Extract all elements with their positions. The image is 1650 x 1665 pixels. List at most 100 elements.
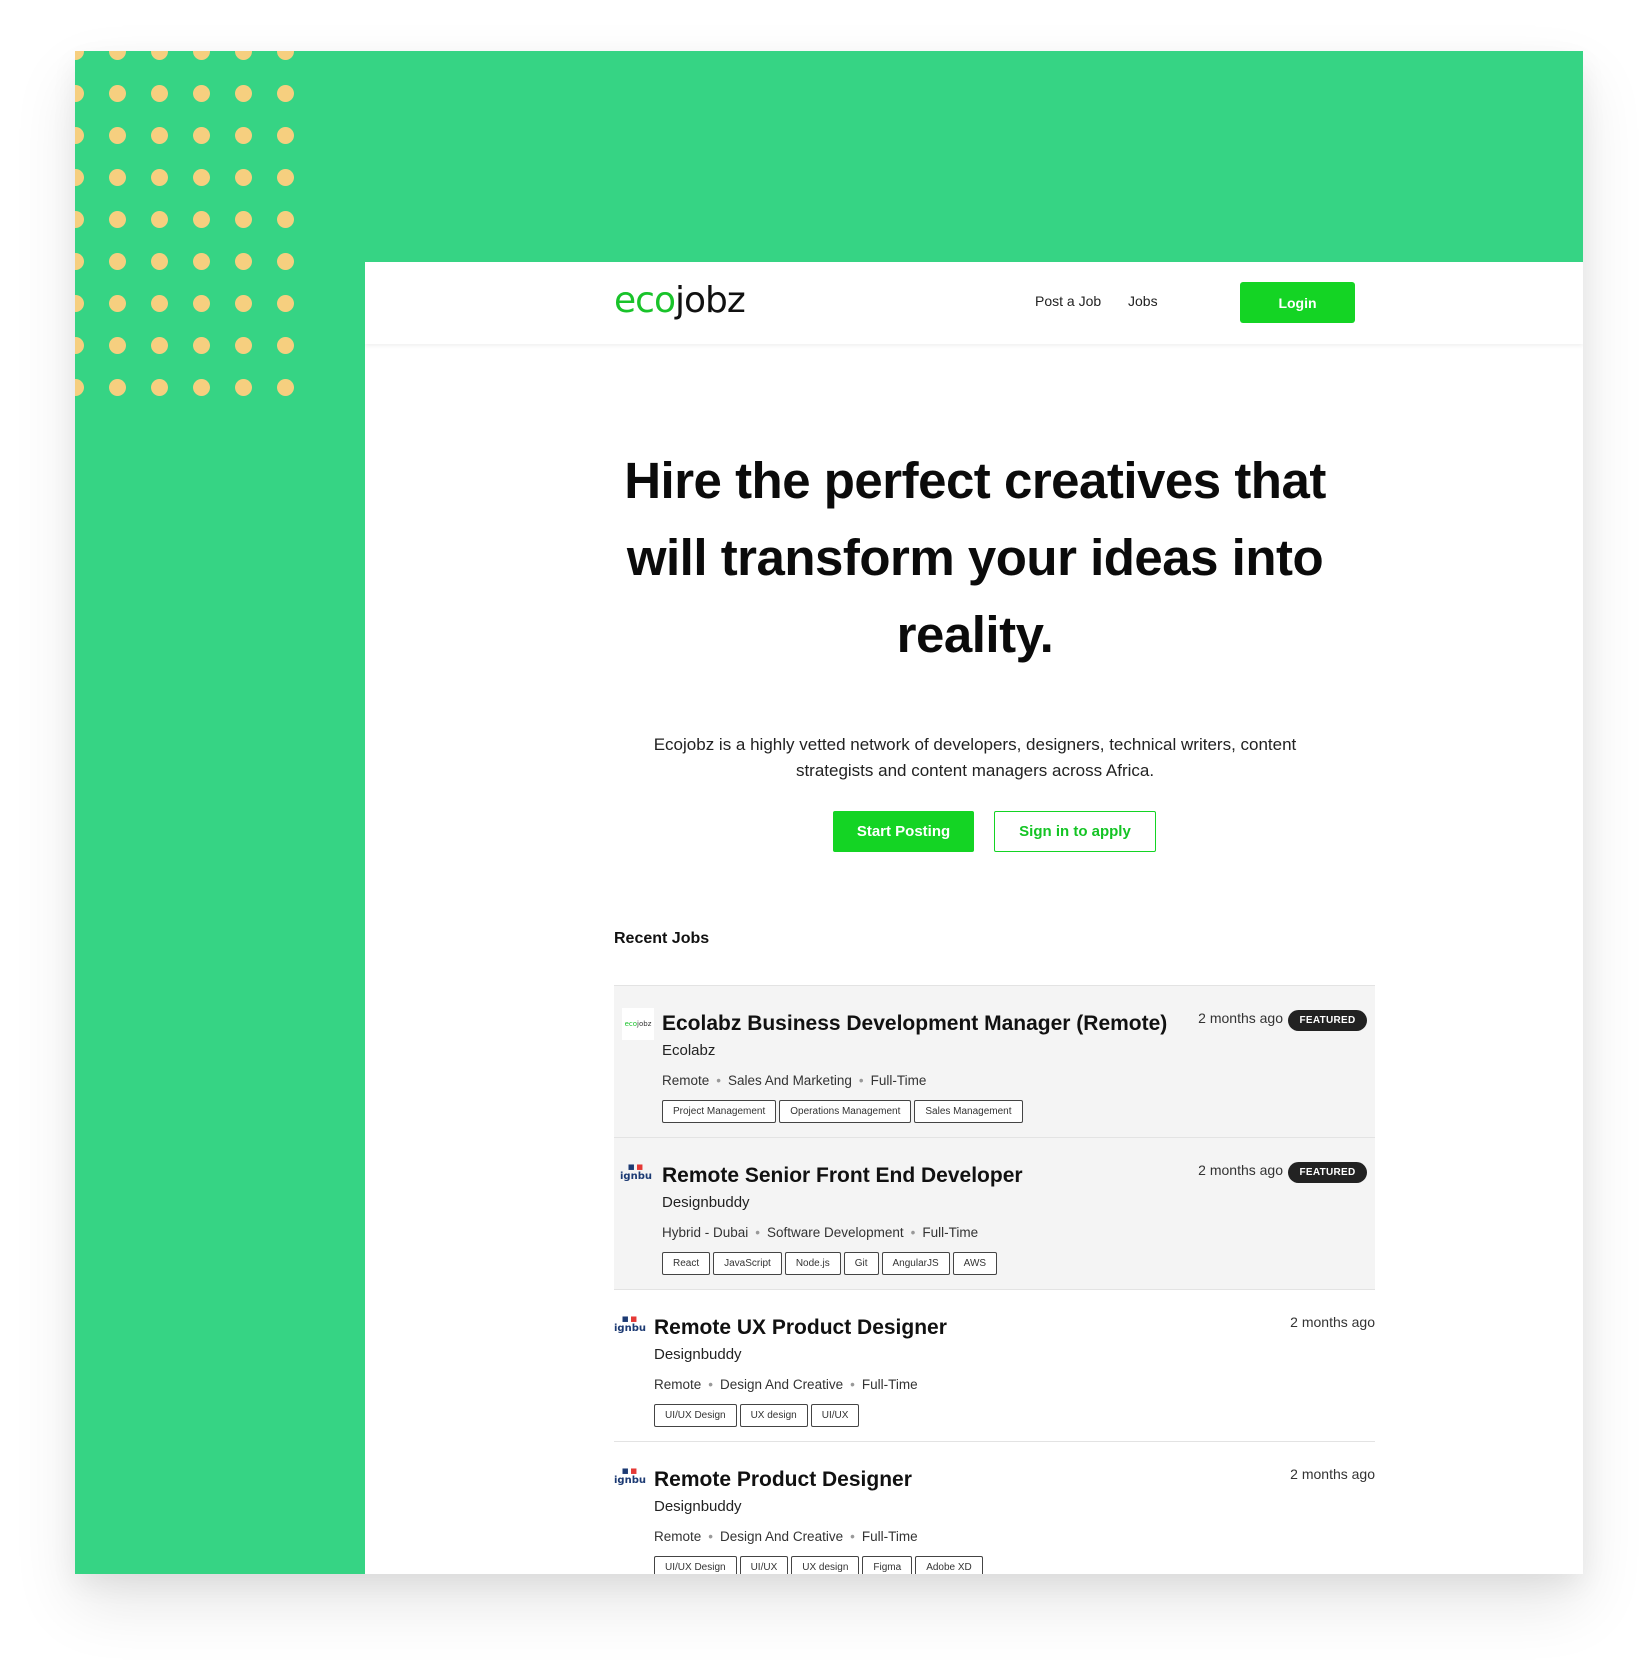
job-company: Designbuddy [654, 1346, 742, 1363]
featured-badge: FEATURED [1288, 1162, 1367, 1183]
decorative-dot [151, 85, 168, 102]
decorative-dot [235, 379, 252, 396]
meta-separator: • [858, 1073, 864, 1088]
decorative-dot [193, 85, 210, 102]
job-type: Full-Time [922, 1225, 979, 1240]
decorative-dot [151, 127, 168, 144]
decorative-dot [109, 295, 126, 312]
decorative-dot [75, 169, 84, 186]
job-listing[interactable]: ▪▪ ignbu Remote UX Product Designer Desig… [614, 1290, 1375, 1442]
job-list: ecojobz Ecolabz Business Development Man… [614, 985, 1375, 1574]
job-tag[interactable]: UI/UX Design [654, 1556, 737, 1574]
job-tag[interactable]: Node.js [784, 1252, 841, 1275]
job-tag[interactable]: UI/UX Design [654, 1404, 737, 1427]
job-title[interactable]: Remote Product Designer [654, 1468, 912, 1492]
job-meta: Remote • Design And Creative • Full-Time [654, 1529, 918, 1544]
decorative-dot [235, 85, 252, 102]
decorative-dot [109, 169, 126, 186]
decorative-dot [151, 253, 168, 270]
decorative-dot [277, 253, 294, 270]
decorative-dot [193, 253, 210, 270]
job-category: Design And Creative [720, 1377, 844, 1392]
decorative-dot [277, 379, 294, 396]
nav-post-a-job[interactable]: Post a Job [1035, 293, 1101, 309]
job-tag[interactable]: React [662, 1252, 711, 1275]
job-location: Remote [662, 1073, 710, 1088]
logo-jobz-text: jobz [674, 280, 746, 321]
job-type: Full-Time [870, 1073, 927, 1088]
decorative-dot [75, 337, 84, 354]
meta-separator: • [850, 1377, 855, 1392]
decorative-dot [277, 85, 294, 102]
sign-in-to-apply-button[interactable]: Sign in to apply [994, 811, 1156, 852]
decorative-dot [75, 253, 84, 270]
decorative-dot [151, 295, 168, 312]
job-title[interactable]: Remote UX Product Designer [654, 1316, 947, 1340]
job-tags: UI/UX Design UI/UX UX design Figma Adobe… [654, 1556, 983, 1574]
top-nav: ecojobz Post a Job Jobs Login [365, 262, 1583, 344]
meta-separator: • [755, 1225, 761, 1240]
job-location: Remote [654, 1529, 702, 1544]
decorative-dot [109, 127, 126, 144]
job-type: Full-Time [861, 1529, 918, 1544]
job-listing[interactable]: ▪▪ ignbu Remote Senior Front End Develope… [614, 1138, 1375, 1290]
decorative-dot [75, 211, 84, 228]
nav-jobs[interactable]: Jobs [1128, 293, 1158, 309]
job-tag[interactable]: JavaScript [713, 1252, 782, 1275]
meta-separator: • [708, 1377, 714, 1392]
company-logo: ▪▪ ignbu [620, 1160, 652, 1182]
job-category: Software Development [767, 1225, 904, 1240]
job-tag[interactable]: AngularJS [881, 1252, 950, 1275]
decorative-dot [277, 127, 294, 144]
decorative-dot [151, 211, 168, 228]
decorative-dot [277, 169, 294, 186]
decorative-dot [235, 127, 252, 144]
job-tag[interactable]: Figma [862, 1556, 913, 1574]
job-tag[interactable]: UX design [739, 1404, 808, 1427]
decorative-dot [235, 337, 252, 354]
background-frame: ecojobz Post a Job Jobs Login Hire the p… [75, 51, 1583, 1574]
job-listing[interactable]: ▪▪ ignbu Remote Product Designer Designbu… [614, 1442, 1375, 1574]
company-logo: ecojobz [622, 1008, 654, 1040]
decorative-dot [277, 51, 294, 60]
company-logo: ▪▪ ignbu [614, 1464, 646, 1486]
job-tag[interactable]: AWS [952, 1252, 998, 1275]
login-button[interactable]: Login [1240, 282, 1355, 323]
decorative-dot [193, 295, 210, 312]
job-listing[interactable]: ecojobz Ecolabz Business Development Man… [614, 986, 1375, 1138]
job-title[interactable]: Ecolabz Business Development Manager (Re… [662, 1012, 1167, 1036]
decorative-dot [109, 51, 126, 60]
job-meta: Remote • Sales And Marketing • Full-Time [662, 1073, 926, 1088]
start-posting-button[interactable]: Start Posting [833, 811, 974, 852]
job-title[interactable]: Remote Senior Front End Developer [662, 1164, 1023, 1188]
job-meta: Hybrid - Dubai • Software Development • Full… [662, 1225, 978, 1240]
job-tag[interactable]: Project Management [662, 1100, 777, 1123]
job-tag[interactable]: Adobe XD [915, 1556, 983, 1574]
job-company: Ecolabz [662, 1042, 716, 1059]
job-posted-time: 2 months ago [1290, 1466, 1375, 1482]
decorative-dot [75, 85, 84, 102]
decorative-dot [75, 295, 84, 312]
ecojobz-logo[interactable]: ecojobz [614, 280, 746, 321]
job-tag[interactable]: Operations Management [779, 1100, 912, 1123]
job-category: Design And Creative [720, 1529, 844, 1544]
job-tag[interactable]: Git [843, 1252, 879, 1275]
job-company: Designbuddy [662, 1194, 750, 1211]
decorative-dot-grid [75, 51, 305, 411]
decorative-dot [277, 295, 294, 312]
page-panel: ecojobz Post a Job Jobs Login Hire the p… [365, 262, 1583, 1574]
job-location: Remote [654, 1377, 702, 1392]
decorative-dot [109, 211, 126, 228]
job-posted-time: 2 months ago [1198, 1162, 1283, 1178]
logo-eco-text: eco [614, 280, 676, 321]
decorative-dot [75, 127, 84, 144]
decorative-dot [193, 51, 210, 60]
job-tag[interactable]: Sales Management [914, 1100, 1023, 1123]
meta-separator: • [850, 1529, 855, 1544]
decorative-dot [235, 169, 252, 186]
job-tag[interactable]: UI/UX [810, 1404, 860, 1427]
job-tag[interactable]: UX design [791, 1556, 860, 1574]
job-location: Hybrid - Dubai [662, 1225, 749, 1240]
job-tag[interactable]: UI/UX [739, 1556, 789, 1574]
decorative-dot [151, 51, 168, 60]
